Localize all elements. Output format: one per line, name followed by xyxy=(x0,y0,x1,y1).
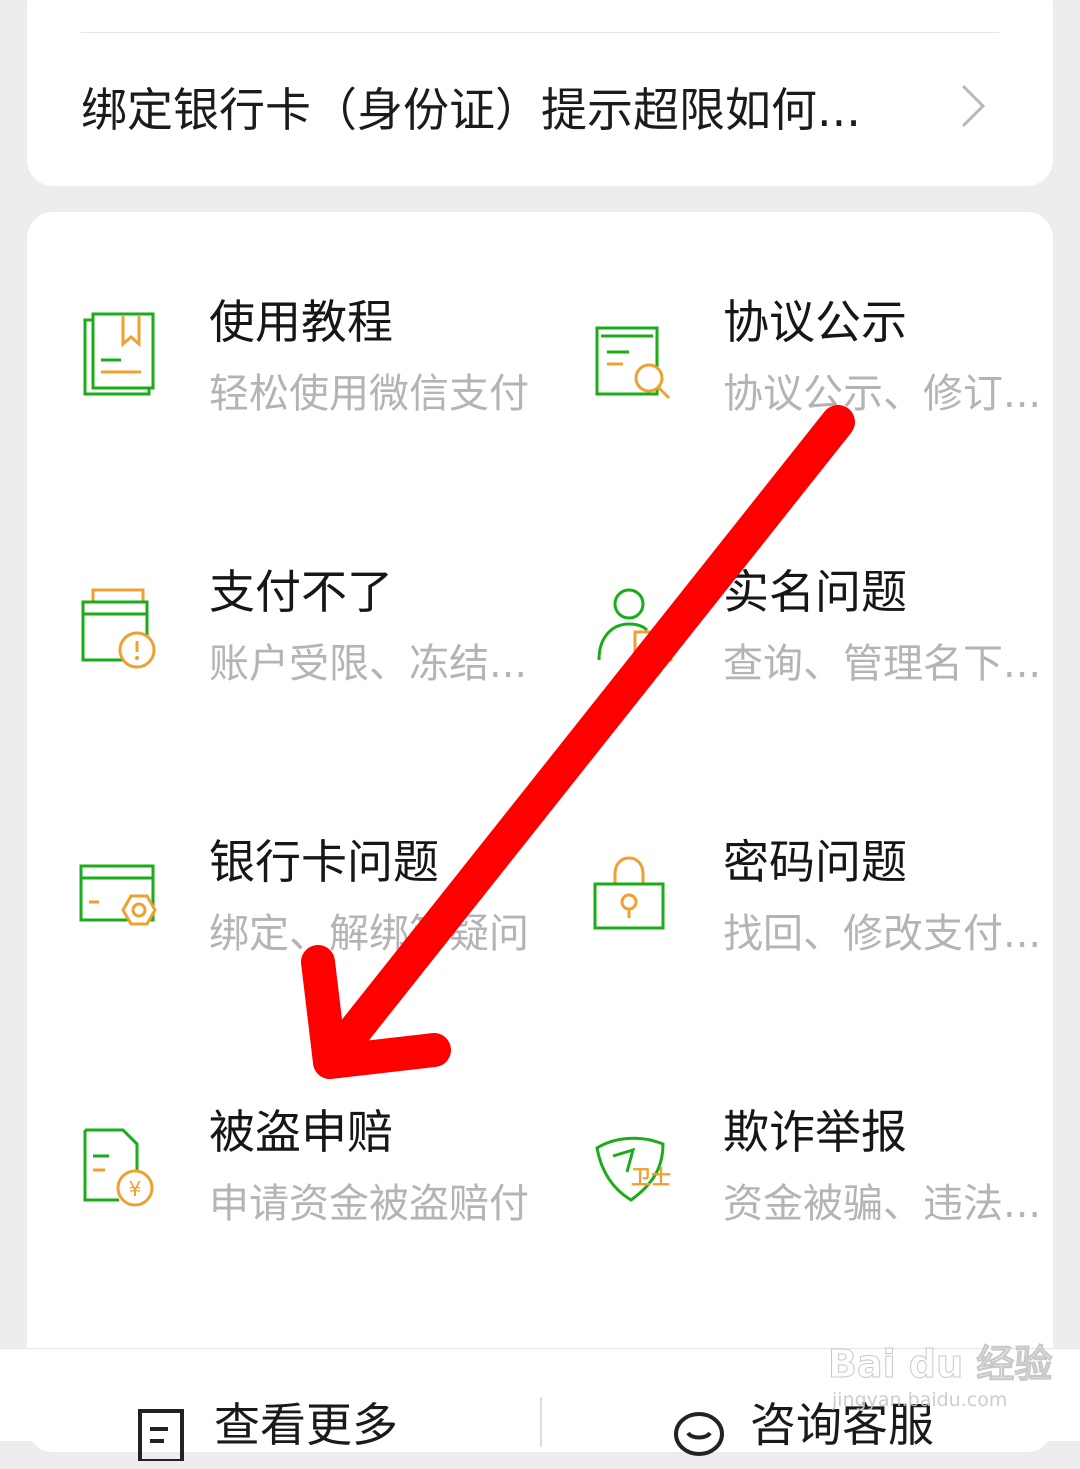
divider xyxy=(81,32,999,33)
fraud-shield-icon: 卫士 xyxy=(595,1136,671,1202)
grid-item-title: 欺诈举报 xyxy=(723,1105,907,1159)
grid-item-title: 被盗申赔 xyxy=(209,1105,393,1159)
grid-item-subtitle: 申请资金被盗赔付 xyxy=(209,1181,529,1227)
baidu-jingyan-watermark: Bai du 经验 jingyan.baidu.com xyxy=(827,1318,1052,1418)
grid-item-title: 银行卡问题 xyxy=(209,835,439,889)
password-lock-icon xyxy=(593,856,665,930)
document-icon xyxy=(138,1409,184,1461)
view-more-label: 查看更多 xyxy=(214,1398,398,1452)
grid-item-fraud-report[interactable]: 卫士 欺诈举报 资金被骗、违法... xyxy=(593,1100,1073,1300)
watermark-main-text: Bai du 经验 xyxy=(827,1342,1053,1387)
service-grid-card: 使用教程 轻松使用微信支付 协议公示 协议公示、修订... 支付不了 账户受限、… xyxy=(27,212,1053,1452)
payment-warning-icon xyxy=(81,588,156,669)
agreement-search-icon xyxy=(595,326,671,400)
grid-item-bank-card[interactable]: 银行卡问题 绑定、解绑等疑问 xyxy=(79,830,559,1030)
realname-user-icon xyxy=(597,588,673,662)
tutorial-book-icon xyxy=(83,312,155,396)
theft-claim-icon: ¥ xyxy=(83,1128,154,1207)
chat-bubble-icon xyxy=(674,1412,724,1456)
grid-item-title: 协议公示 xyxy=(723,295,907,349)
faq-card: 绑定银行卡（身份证）提示超限如何... xyxy=(27,0,1053,186)
bank-card-icon xyxy=(79,864,157,926)
chevron-right-icon xyxy=(961,84,986,128)
grid-item-agreement[interactable]: 协议公示 协议公示、修订... xyxy=(593,290,1073,490)
faq-item-text: 绑定银行卡（身份证）提示超限如何... xyxy=(81,83,861,137)
grid-item-subtitle: 查询、管理名下... xyxy=(723,641,1042,687)
grid-item-realname[interactable]: 实名问题 查询、管理名下... xyxy=(593,560,1073,760)
watermark-url-text: jingyan.baidu.com xyxy=(832,1389,1008,1411)
grid-item-subtitle: 找回、修改支付... xyxy=(723,911,1042,957)
grid-item-subtitle: 协议公示、修订... xyxy=(723,371,1042,417)
grid-item-title: 密码问题 xyxy=(723,835,907,889)
grid-item-tutorial[interactable]: 使用教程 轻松使用微信支付 xyxy=(79,290,559,490)
grid-item-subtitle: 绑定、解绑等疑问 xyxy=(209,911,529,957)
grid-item-subtitle: 资金被骗、违法... xyxy=(723,1181,1042,1227)
svg-text:卫士: 卫士 xyxy=(631,1165,671,1189)
svg-text:¥: ¥ xyxy=(129,1177,142,1201)
grid-item-theft-claim[interactable]: ¥ 被盗申赔 申请资金被盗赔付 xyxy=(79,1100,559,1300)
grid-item-title: 实名问题 xyxy=(723,565,907,619)
faq-item-row[interactable]: 绑定银行卡（身份证）提示超限如何... xyxy=(81,66,999,158)
grid-item-title: 支付不了 xyxy=(209,565,393,619)
grid-item-password[interactable]: 密码问题 找回、修改支付... xyxy=(593,830,1073,1030)
grid-item-subtitle: 账户受限、冻结... xyxy=(209,641,528,687)
grid-item-subtitle: 轻松使用微信支付 xyxy=(209,371,529,417)
grid-item-title: 使用教程 xyxy=(209,295,393,349)
grid-item-payment-failed[interactable]: 支付不了 账户受限、冻结... xyxy=(79,560,559,760)
